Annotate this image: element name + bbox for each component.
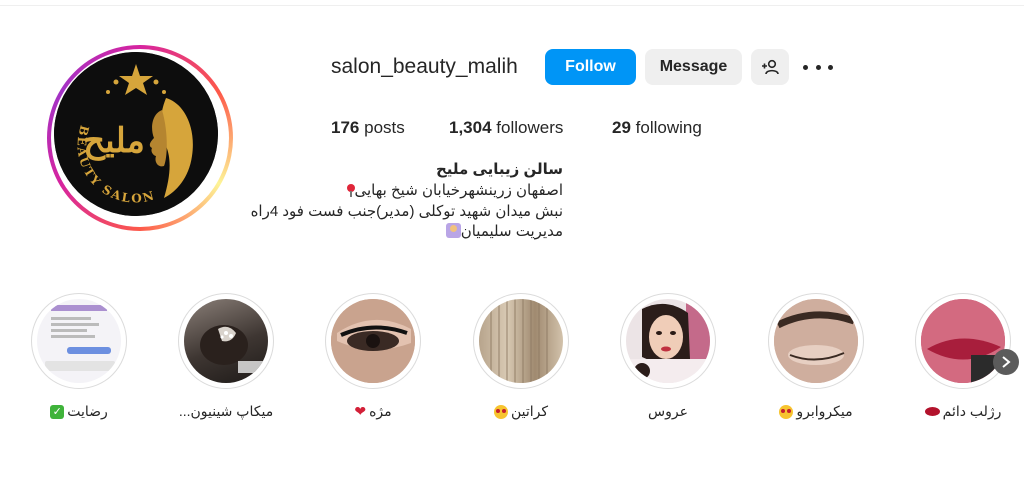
highlight-label: مژه — [369, 403, 392, 419]
following-count: 29 — [612, 118, 631, 137]
highlight-satisfaction[interactable]: رضایت ✓ — [31, 293, 127, 420]
message-button[interactable]: Message — [645, 49, 742, 85]
posts-stat: 176 posts — [331, 118, 405, 138]
salon-logo: ملیح BEAUTY SALON — [54, 52, 218, 216]
heart-icon: ❤ — [354, 403, 367, 419]
highlight-label: میکروابرو — [796, 403, 853, 419]
bio-name: سالن زیبایی ملیح — [435, 161, 563, 178]
highlight-label: رضایت — [67, 403, 108, 419]
highlight-cover — [626, 299, 710, 383]
followers-label: followers — [496, 118, 564, 137]
highlight-keratin[interactable]: کراتین — [473, 293, 569, 420]
more-options-icon[interactable] — [803, 57, 833, 77]
suggested-accounts-button[interactable] — [751, 49, 789, 85]
logo-graphic: ملیح BEAUTY SALON — [54, 52, 218, 216]
following-label: following — [635, 118, 702, 137]
follow-button[interactable]: Follow — [545, 49, 636, 85]
highlight-cover — [184, 299, 268, 383]
star-struck-icon — [493, 404, 508, 419]
profile-avatar[interactable]: ملیح BEAUTY SALON — [47, 45, 233, 231]
following-stat[interactable]: 29 following — [612, 118, 702, 138]
highlight-cover — [921, 299, 1005, 383]
highlight-label: میکاپ شینیون... — [178, 403, 274, 419]
woman-tipping-hand-icon — [445, 223, 461, 238]
bio-line-address: اصفهان زرینشهرخیابان شیخ بهایی — [346, 181, 563, 199]
logo-script-text: ملیح — [83, 121, 145, 161]
posts-label: posts — [364, 118, 405, 137]
star-struck-icon — [779, 404, 794, 419]
bio-line-manager: مدیریت سلیمیان — [445, 222, 563, 240]
highlight-label: عروس — [648, 403, 688, 419]
chevron-right-icon — [1002, 356, 1011, 368]
profile-username: salon_beauty_malih — [331, 55, 518, 78]
highlight-bride[interactable]: عروس — [620, 293, 716, 420]
add-person-icon — [762, 59, 779, 75]
highlight-cover — [479, 299, 563, 383]
check-mark-icon: ✓ — [50, 404, 65, 419]
highlights-next-button[interactable] — [993, 349, 1019, 375]
highlight-makeup-chignon[interactable]: میکاپ شینیون... — [178, 293, 274, 420]
bio-line-directions: نبش میدان شهید توکلی (مدیر)جنب فست فود 4… — [250, 203, 563, 220]
highlight-label: کراتین — [510, 403, 549, 419]
top-divider — [0, 5, 1024, 6]
pin-icon — [346, 184, 355, 197]
highlight-cover — [774, 299, 858, 383]
highlight-microblading[interactable]: میکروابرو — [768, 293, 864, 420]
highlight-cover — [37, 299, 121, 383]
highlight-label: رژلب دائم — [942, 403, 1002, 419]
highlight-lashes[interactable]: مژه ❤ — [325, 293, 421, 420]
highlight-cover — [331, 299, 415, 383]
followers-count: 1,304 — [449, 118, 492, 137]
followers-stat[interactable]: 1,304 followers — [449, 118, 563, 138]
lips-icon — [924, 407, 940, 416]
posts-count: 176 — [331, 118, 360, 137]
